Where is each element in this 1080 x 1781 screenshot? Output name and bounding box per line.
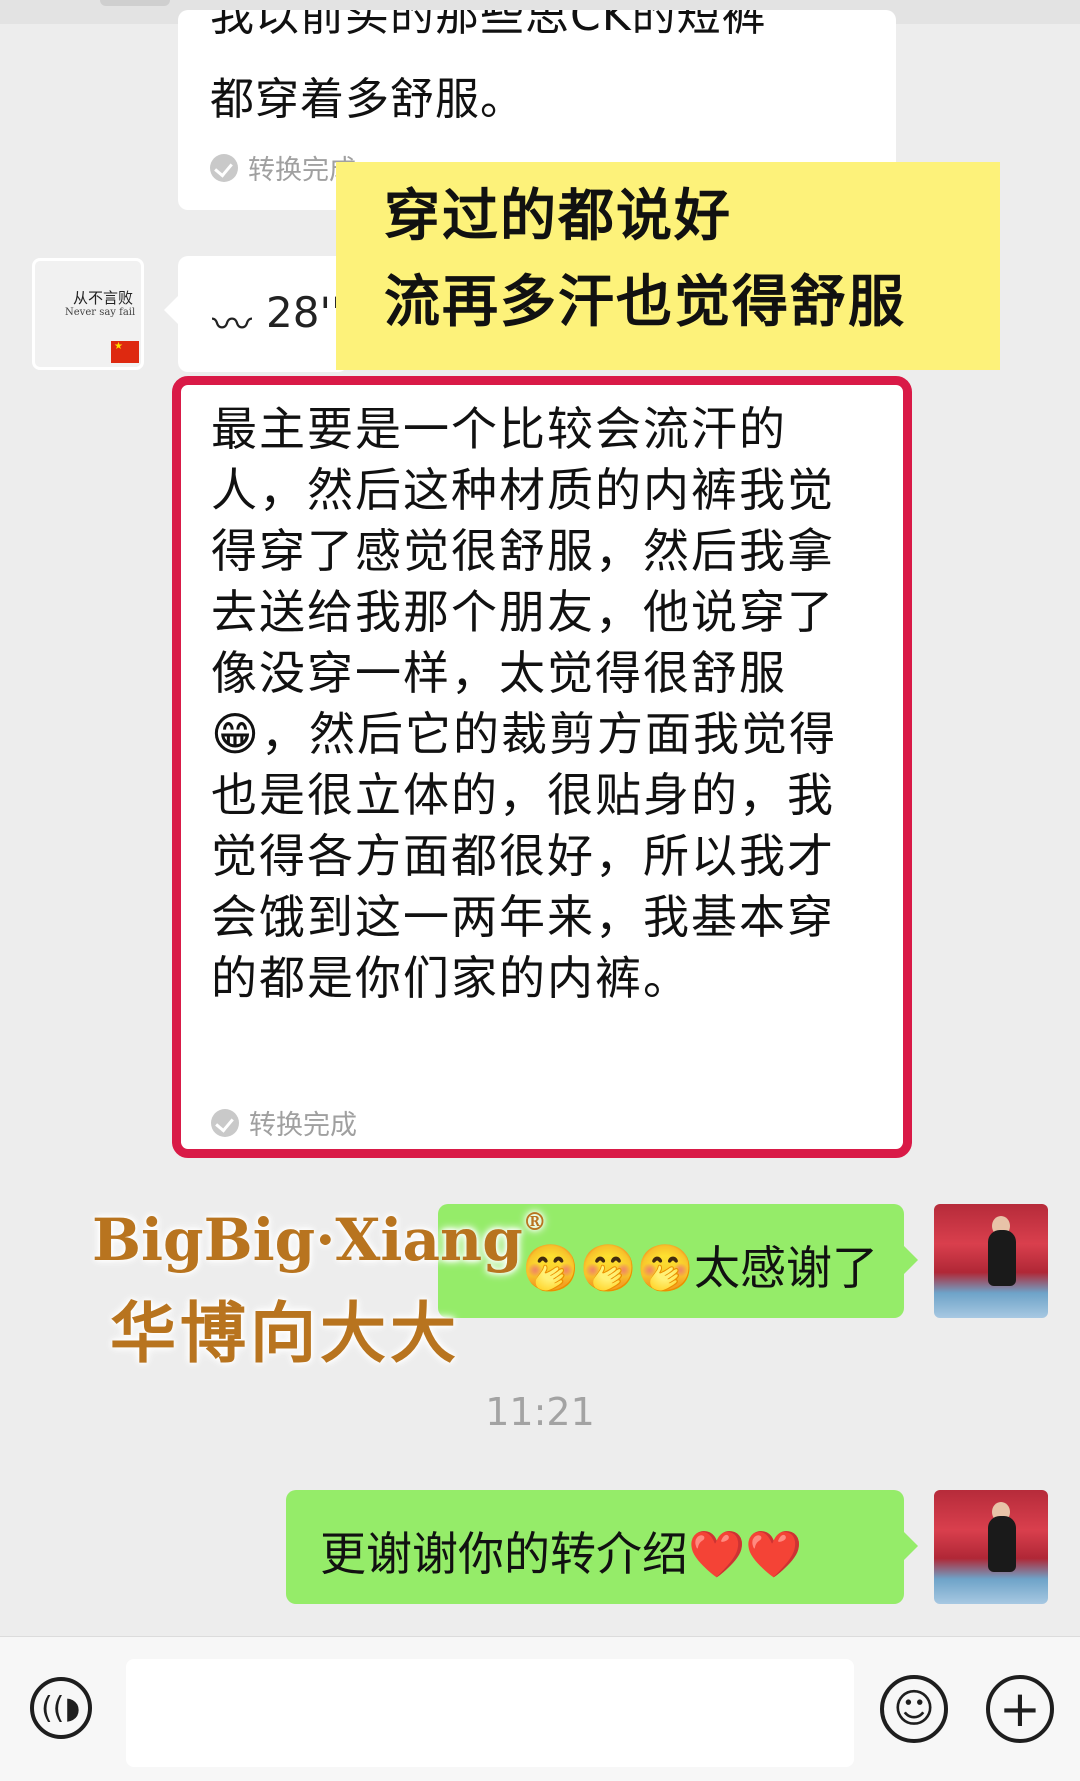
chat-timestamp: 11:21	[485, 1390, 595, 1434]
highlighted-transcript-bubble[interactable]: 最主要是一个比较会流汗的人，然后这种材质的内裤我觉得穿了感觉很舒服，然后我拿去送…	[172, 376, 912, 1158]
chat-screen: 我以前买的那些思CK的短裤 都穿着多舒服。 转换完成 从不言败 Never sa…	[0, 0, 1080, 1781]
voice-message-bubble[interactable]: 〰 28''	[164, 256, 348, 372]
voice-duration: 28''	[266, 288, 343, 337]
convert-status: 转换完成	[210, 148, 356, 187]
watermark-brand: BigBig·Xiang®	[92, 1206, 547, 1274]
caption-overlay: 穿过的都说好 流再多汗也觉得舒服	[336, 162, 1000, 370]
avatar-text: 从不言败	[73, 289, 134, 307]
registered-mark: ®	[522, 1207, 547, 1236]
my-avatar[interactable]	[934, 1490, 1048, 1604]
watermark-name: 华博向大大	[110, 1294, 460, 1372]
plus-icon: +	[999, 1680, 1041, 1738]
caption-line: 流再多汗也觉得舒服	[384, 270, 906, 335]
outgoing-message-bubble[interactable]: 更谢谢你的转介绍❤️❤️	[286, 1490, 918, 1604]
top-tab	[100, 0, 170, 6]
transcript-text: 最主要是一个比较会流汗的人，然后这种材质的内裤我觉得穿了感觉很舒服，然后我拿去送…	[211, 402, 837, 1005]
convert-status: 转换完成	[211, 1103, 357, 1142]
check-icon	[210, 153, 238, 182]
my-avatar[interactable]	[934, 1204, 1048, 1318]
voice-wave-icon: 〰	[212, 302, 252, 348]
input-bar: ◖)) ☺ +	[0, 1636, 1080, 1781]
smile-icon: ☺	[893, 1686, 935, 1732]
message-text: 更谢谢你的转介绍❤️❤️	[320, 1527, 803, 1581]
contact-avatar[interactable]: 从不言败 Never say fail	[32, 258, 144, 370]
avatar-figure	[988, 1230, 1016, 1286]
message-input[interactable]	[126, 1659, 854, 1767]
check-icon	[211, 1108, 239, 1137]
emoji-button[interactable]: ☺	[880, 1675, 948, 1743]
transcript-line: 我以前买的那些思CK的短裤	[210, 10, 767, 41]
caption-line: 穿过的都说好	[384, 184, 732, 249]
avatar-figure	[988, 1516, 1016, 1572]
transcript-line: 都穿着多舒服。	[210, 74, 525, 125]
voice-icon: ◖))	[41, 1690, 81, 1726]
voice-input-button[interactable]: ◖))	[30, 1677, 92, 1739]
watermark-brand-text: BigBig·Xiang	[92, 1206, 523, 1274]
china-flag-icon	[111, 341, 139, 363]
convert-status-label: 转换完成	[249, 1110, 357, 1141]
avatar-subtext: Never say fail	[65, 307, 136, 318]
more-button[interactable]: +	[986, 1675, 1054, 1743]
